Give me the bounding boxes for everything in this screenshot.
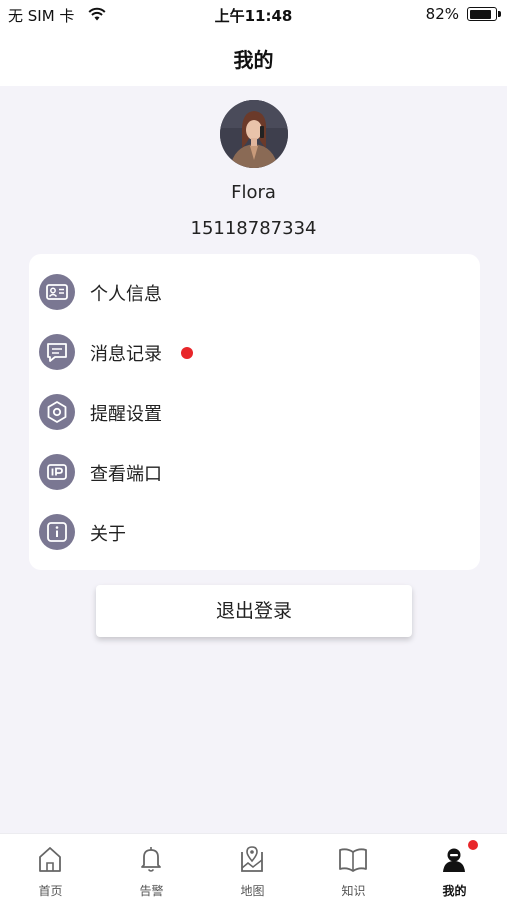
unread-dot <box>181 347 193 359</box>
tab-label: 地图 <box>240 884 265 898</box>
ip-icon <box>39 454 75 490</box>
notification-badge <box>468 840 478 850</box>
menu-item-personal-info[interactable]: 个人信息 <box>29 262 480 322</box>
menu-item-reminder-settings[interactable]: 提醒设置 <box>29 382 480 442</box>
battery-icon <box>467 7 501 21</box>
book-icon <box>339 848 367 872</box>
avatar[interactable] <box>220 100 288 168</box>
profile-phone: 15118787334 <box>190 218 317 239</box>
message-icon <box>39 334 75 370</box>
menu-item-about[interactable]: 关于 <box>29 502 480 562</box>
id-card-icon <box>39 274 75 310</box>
home-icon <box>39 847 61 872</box>
menu-item-label: 关于 <box>90 524 126 545</box>
avatar-photo <box>220 100 288 168</box>
settings-hexagon-icon <box>39 394 75 430</box>
tab-label: 我的 <box>442 884 467 898</box>
menu-card: 个人信息 消息记录 提醒设置 查看端口 关于 <box>29 254 480 570</box>
menu-item-label: 提醒设置 <box>90 404 162 425</box>
tab-home[interactable]: 首页 <box>0 834 101 901</box>
status-bar: 无 SIM 卡 上午11:48 82% <box>0 0 507 30</box>
tab-label: 告警 <box>139 884 164 898</box>
tab-map[interactable]: 地图 <box>202 834 303 901</box>
info-icon <box>39 514 75 550</box>
tab-mine[interactable]: 我的 <box>404 834 505 901</box>
profile-name: Flora <box>231 182 276 203</box>
tab-label: 首页 <box>38 884 63 898</box>
menu-item-view-port[interactable]: 查看端口 <box>29 442 480 502</box>
battery-percent: 82% <box>425 5 459 23</box>
menu-item-label: 查看端口 <box>90 464 162 485</box>
tab-bar: 首页 告警 地图 知识 我的 <box>0 833 507 901</box>
nav-bar: 我的 <box>0 30 507 86</box>
map-icon <box>241 846 263 872</box>
menu-item-label: 个人信息 <box>90 284 162 305</box>
bell-icon <box>141 847 161 872</box>
menu-item-messages[interactable]: 消息记录 <box>29 322 480 382</box>
user-icon <box>443 848 465 872</box>
logout-button[interactable]: 退出登录 <box>96 585 412 637</box>
tab-knowledge[interactable]: 知识 <box>303 834 404 901</box>
tab-alarm[interactable]: 告警 <box>101 834 202 901</box>
tab-label: 知识 <box>341 884 366 898</box>
page-title: 我的 <box>233 48 274 72</box>
menu-item-label: 消息记录 <box>90 344 162 365</box>
